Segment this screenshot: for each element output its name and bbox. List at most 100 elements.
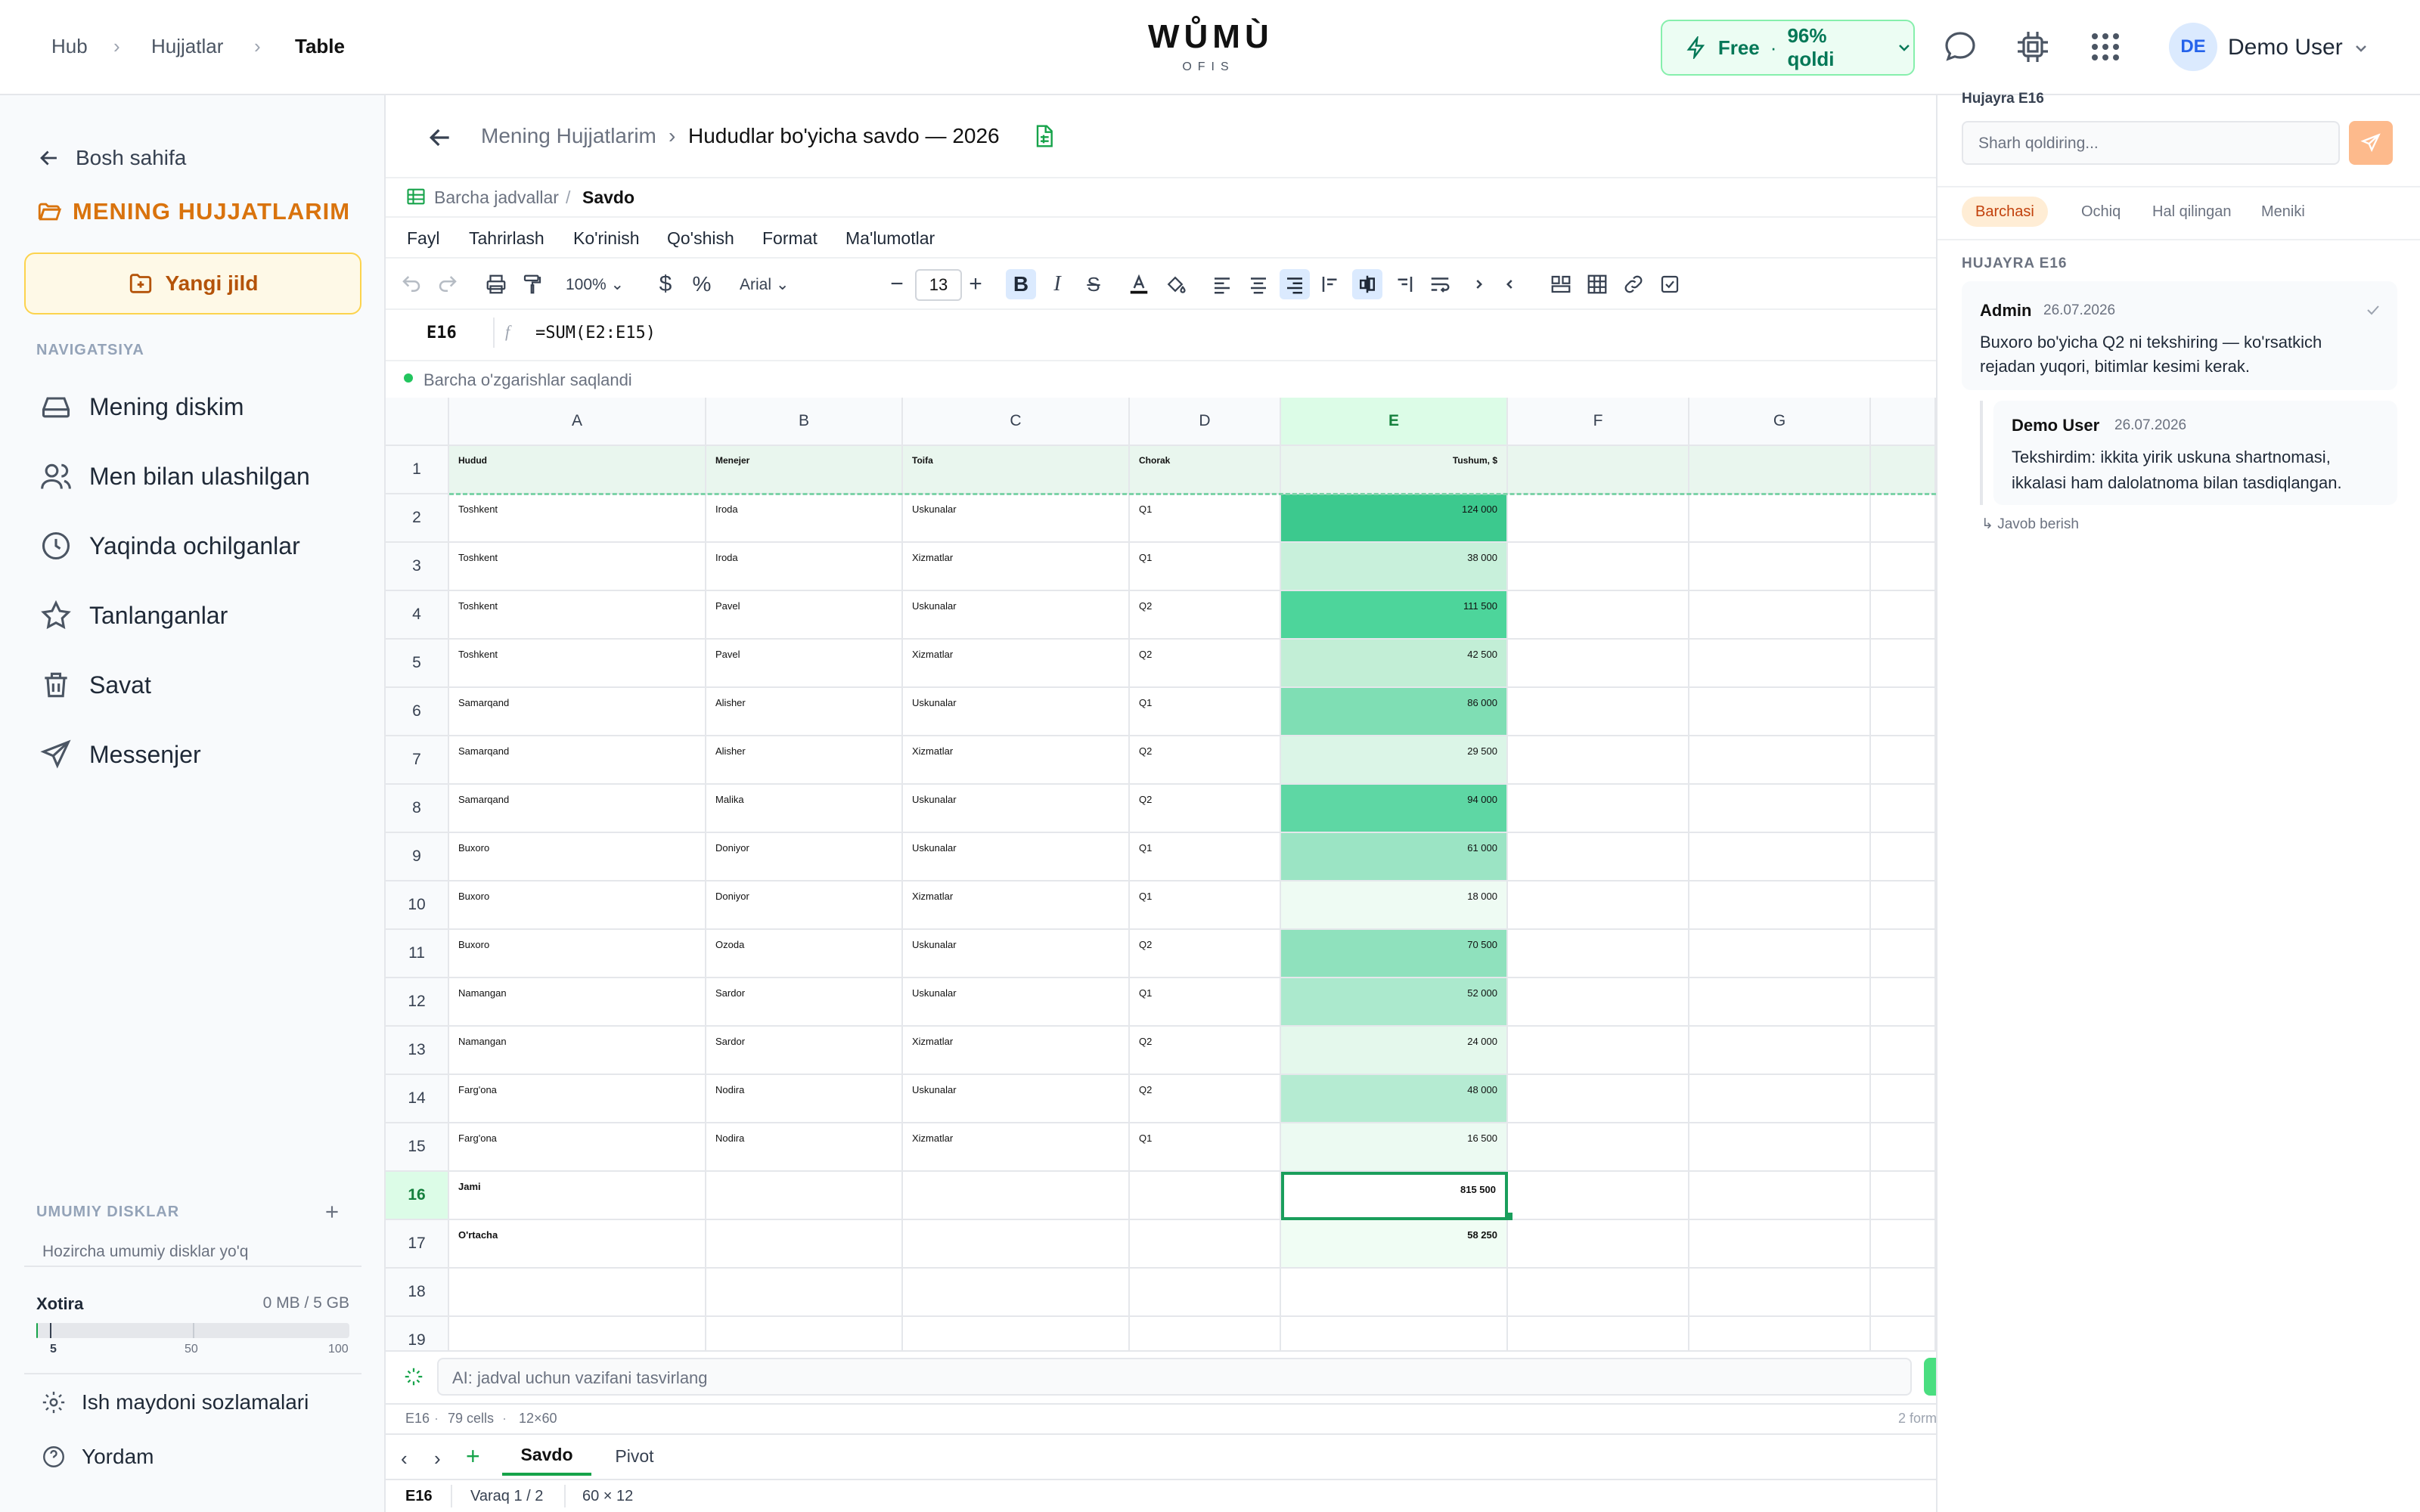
row-header[interactable]: 9 [386,833,449,881]
grid-cell[interactable]: Xizmatlar [903,881,1130,930]
row-header[interactable]: 2 [386,494,449,543]
valign-bottom-button[interactable] [1388,269,1419,299]
grid-cell[interactable]: 124 000 [1281,494,1508,543]
grid-cell[interactable]: Ozoda [706,930,903,978]
grid-cell[interactable] [1871,640,1936,688]
grid-cell[interactable]: 24 000 [1281,1027,1508,1075]
grid-cell[interactable] [1130,1317,1281,1350]
grid-cell[interactable] [1508,978,1689,1027]
borders-button[interactable] [1582,269,1612,299]
chevron-down-icon[interactable] [2352,39,2370,57]
grid-cell[interactable]: Uskunalar [903,978,1130,1027]
currency-button[interactable]: $ [650,269,681,299]
grid-cell[interactable] [1281,1317,1508,1350]
text-color-button[interactable] [1124,269,1154,299]
filter-open[interactable]: Ochiq [2068,197,2134,227]
grid-cell[interactable] [706,1269,903,1317]
zoom-select[interactable]: 100% ⌄ [566,275,624,294]
grid-cell[interactable] [1508,1027,1689,1075]
fill-color-button[interactable] [1160,269,1190,299]
grid-cell[interactable]: Q1 [1130,833,1281,881]
column-header[interactable]: G [1689,398,1871,446]
font-size-input[interactable]: 13 [915,269,962,301]
grid-cell[interactable]: 18 000 [1281,881,1508,930]
sidebar-item-starred[interactable]: Tanlanganlar [39,593,228,638]
print-button[interactable] [481,269,511,299]
sidebar-item-my-drive[interactable]: Mening diskim [39,384,244,429]
grid-cell[interactable]: 16 500 [1281,1123,1508,1172]
grid-cell[interactable]: Q1 [1130,978,1281,1027]
user-name[interactable]: Demo User [2228,35,2343,60]
grid-cell[interactable] [1689,446,1871,494]
column-header[interactable]: A [449,398,706,446]
arrow-left-icon[interactable] [425,122,455,153]
new-folder-button[interactable]: Yangi jild [24,253,361,314]
plan-badge[interactable]: Free · 96% qoldi [1661,20,1915,76]
grid-cell[interactable]: Uskunalar [903,785,1130,833]
menu-qoshish[interactable]: Qo'shish [667,228,734,249]
help-link[interactable]: Yordam [41,1444,154,1470]
grid-cell[interactable] [1689,1123,1871,1172]
row-header[interactable]: 14 [386,1075,449,1123]
grid-cell[interactable]: Buxoro [449,881,706,930]
chat-icon[interactable] [1942,29,1978,65]
grid-cell[interactable]: 52 000 [1281,978,1508,1027]
grid-cell[interactable]: Q2 [1130,930,1281,978]
italic-button[interactable]: I [1042,269,1072,299]
grid-cell[interactable] [1871,785,1936,833]
grid-corner[interactable] [386,398,449,446]
grid-cell[interactable]: Samarqand [449,785,706,833]
grid-cell[interactable] [1508,1172,1689,1220]
next-sheet-button[interactable]: › [434,1447,441,1470]
column-header[interactable]: C [903,398,1130,446]
grid-cell[interactable] [1508,1269,1689,1317]
outdent-button[interactable] [1497,269,1528,299]
menu-format[interactable]: Format [762,228,818,249]
grid-cell[interactable] [903,1269,1130,1317]
grid-cell[interactable] [1130,1172,1281,1220]
grid-cell[interactable]: Q2 [1130,591,1281,640]
grid-cell[interactable]: Toshkent [449,591,706,640]
font-size-decrease-button[interactable]: − [882,269,912,299]
grid-cell[interactable]: 38 000 [1281,543,1508,591]
merge-cells-button[interactable] [1546,269,1576,299]
grid-cell[interactable] [706,1317,903,1350]
column-header[interactable]: B [706,398,903,446]
grid-cell[interactable] [1871,1123,1936,1172]
avatar[interactable]: DE [2169,23,2217,71]
brand-logo[interactable]: WŮMÙ [1148,18,1269,56]
grid-cell[interactable] [1281,1269,1508,1317]
menu-korinish[interactable]: Ko'rinish [573,228,640,249]
menu-tahrirlash[interactable]: Tahrirlash [469,228,544,249]
grid-cell[interactable] [449,1317,706,1350]
grid-cell[interactable]: Xizmatlar [903,736,1130,785]
grid-cell[interactable]: Xizmatlar [903,1123,1130,1172]
grid-cell[interactable]: 58 250 [1281,1220,1508,1269]
font-size-increase-button[interactable]: + [960,269,991,299]
grid-cell[interactable]: Toshkent [449,494,706,543]
breadcrumb-hub[interactable]: Hub [51,35,88,58]
grid-cell[interactable] [1871,494,1936,543]
grid-cell[interactable] [1689,1172,1871,1220]
grid-cell[interactable] [1871,446,1936,494]
column-header[interactable]: F [1508,398,1689,446]
row-header[interactable]: 7 [386,736,449,785]
grid-cell[interactable]: Q2 [1130,785,1281,833]
grid-cell[interactable] [1508,833,1689,881]
grid-cell[interactable] [1508,591,1689,640]
grid-cell[interactable]: Alisher [706,736,903,785]
grid-cell[interactable]: Uskunalar [903,591,1130,640]
comment-input[interactable]: Sharh qoldiring... [1962,121,2340,165]
grid-cell[interactable] [449,1269,706,1317]
grid-cell[interactable] [1508,543,1689,591]
grid-cell[interactable] [1689,881,1871,930]
row-header[interactable]: 3 [386,543,449,591]
add-sheet-button[interactable]: + [466,1442,480,1470]
grid-cell[interactable]: Namangan [449,1027,706,1075]
settings-link[interactable]: Ish maydoni sozlamalari [41,1390,309,1415]
grid-cell[interactable] [1689,1317,1871,1350]
font-family-select[interactable]: Arial ⌄ [740,275,789,294]
tab-savdo[interactable]: Savdo [502,1436,591,1476]
grid-cell[interactable] [903,1317,1130,1350]
grid-cell[interactable] [1508,688,1689,736]
